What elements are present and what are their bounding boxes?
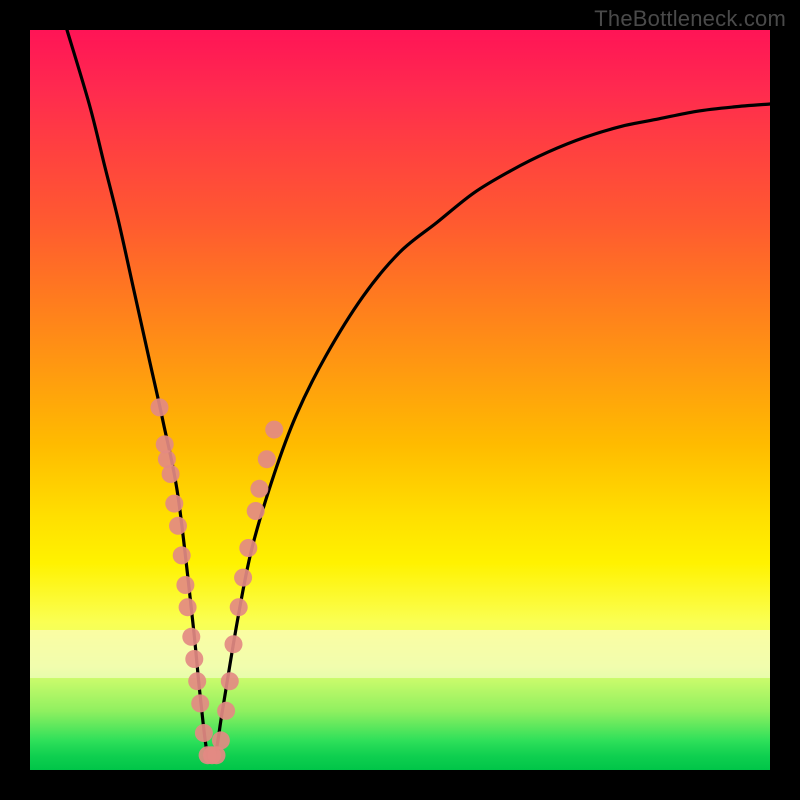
plot-area <box>30 30 770 770</box>
sample-point <box>169 517 187 535</box>
sample-point <box>188 672 206 690</box>
sample-point <box>225 635 243 653</box>
sample-point <box>165 495 183 513</box>
sample-point <box>221 672 239 690</box>
sample-point <box>230 598 248 616</box>
sample-point <box>173 546 191 564</box>
sample-point <box>258 450 276 468</box>
sample-point <box>179 598 197 616</box>
sample-point <box>182 628 200 646</box>
sample-point <box>265 421 283 439</box>
sample-points-overlay <box>151 398 284 764</box>
sample-point <box>162 465 180 483</box>
outer-frame: TheBottleneck.com <box>0 0 800 800</box>
sample-point <box>151 398 169 416</box>
sample-point <box>250 480 268 498</box>
sample-point <box>185 650 203 668</box>
sample-point <box>195 724 213 742</box>
watermark-text: TheBottleneck.com <box>594 6 786 32</box>
sample-point <box>247 502 265 520</box>
sample-point <box>191 694 209 712</box>
sample-point <box>212 731 230 749</box>
bottleneck-curve <box>67 30 770 762</box>
sample-point <box>217 702 235 720</box>
sample-point <box>176 576 194 594</box>
chart-svg <box>30 30 770 770</box>
sample-point <box>234 569 252 587</box>
sample-point <box>239 539 257 557</box>
